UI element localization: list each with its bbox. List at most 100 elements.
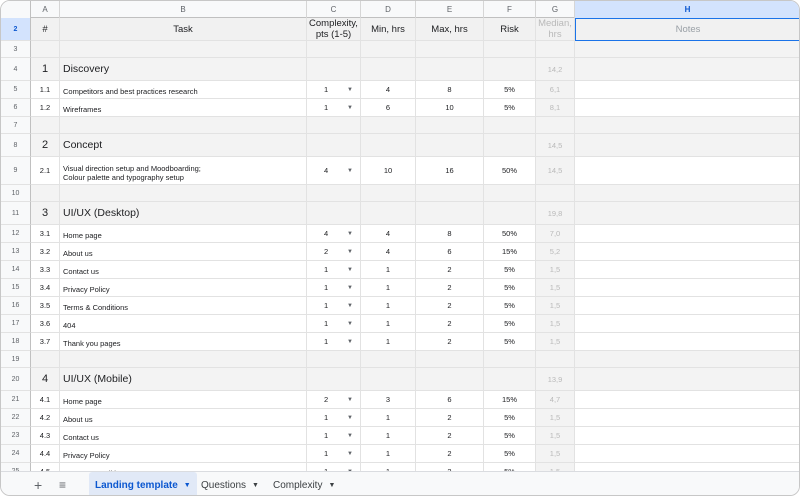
sheet-tab-questions[interactable]: Questions ▼ [195,472,265,495]
row-number[interactable]: 17 [1,315,31,333]
task-name[interactable]: Privacy Policy [60,279,307,297]
task-name[interactable]: Competitors and best practices research [60,81,307,99]
task-number[interactable]: 3.1 [31,225,60,243]
task-name[interactable]: About us [60,409,307,427]
complexity-dropdown[interactable]: 1▼ [307,409,361,427]
row-number[interactable]: 2 [1,18,31,41]
task-name[interactable]: Contact us [60,427,307,445]
empty-cell[interactable] [484,185,536,202]
min-hrs-cell[interactable]: 4 [361,81,416,99]
caret-down-icon[interactable]: ▼ [347,415,353,421]
complexity-dropdown[interactable]: 1▼ [307,427,361,445]
complexity-dropdown[interactable]: 1▼ [307,261,361,279]
notes-cell[interactable] [575,427,799,445]
empty-cell[interactable] [31,351,60,368]
caret-down-icon[interactable]: ▼ [347,433,353,439]
row-number[interactable]: 11 [1,202,31,225]
max-hrs-cell[interactable]: 2 [416,261,484,279]
sheet-tab-landing-template[interactable]: Landing template ▼ [89,472,197,495]
max-hrs-cell[interactable]: 2 [416,463,484,471]
row-number[interactable]: 23 [1,427,31,445]
caret-down-icon[interactable]: ▼ [347,339,353,345]
median-cell[interactable]: 14,5 [536,134,575,157]
row-number[interactable]: 12 [1,225,31,243]
empty-cell[interactable] [361,41,416,58]
row-number[interactable]: 15 [1,279,31,297]
empty-cell[interactable] [575,351,799,368]
task-number[interactable]: 3.4 [31,279,60,297]
min-hrs-cell[interactable]: 1 [361,297,416,315]
column-header-h[interactable]: H [575,1,799,18]
notes-cell[interactable] [575,58,799,81]
empty-cell[interactable] [416,117,484,134]
caret-down-icon[interactable]: ▼ [184,482,191,489]
section-number[interactable]: 2 [31,134,60,157]
row-number[interactable]: 13 [1,243,31,261]
median-cell[interactable]: 1,5 [536,279,575,297]
caret-down-icon[interactable]: ▼ [347,321,353,327]
max-hrs-cell[interactable]: 2 [416,445,484,463]
notes-cell[interactable] [575,368,799,391]
header-min[interactable]: Min, hrs [361,18,416,41]
notes-cell[interactable] [575,261,799,279]
median-cell[interactable]: 1,5 [536,463,575,471]
risk-cell[interactable]: 50% [484,225,536,243]
median-cell[interactable]: 1,5 [536,445,575,463]
median-cell[interactable]: 1,5 [536,261,575,279]
caret-down-icon[interactable]: ▼ [347,231,353,237]
empty-cell[interactable] [361,134,416,157]
min-hrs-cell[interactable]: 1 [361,279,416,297]
max-hrs-cell[interactable]: 8 [416,225,484,243]
min-hrs-cell[interactable]: 1 [361,315,416,333]
empty-cell[interactable] [416,351,484,368]
empty-cell[interactable] [484,202,536,225]
empty-cell[interactable] [575,41,799,58]
column-header-c[interactable]: C [307,1,361,18]
min-hrs-cell[interactable]: 1 [361,409,416,427]
median-cell[interactable]: 1,5 [536,333,575,351]
task-name[interactable]: Contact us [60,261,307,279]
empty-cell[interactable] [536,351,575,368]
task-number[interactable]: 4.2 [31,409,60,427]
min-hrs-cell[interactable]: 1 [361,463,416,471]
complexity-dropdown[interactable]: 1▼ [307,333,361,351]
empty-cell[interactable] [416,202,484,225]
risk-cell[interactable]: 5% [484,445,536,463]
empty-cell[interactable] [361,351,416,368]
empty-cell[interactable] [31,117,60,134]
row-number[interactable]: 6 [1,99,31,117]
row-number[interactable]: 25 [1,463,31,471]
empty-cell[interactable] [484,351,536,368]
caret-down-icon[interactable]: ▼ [347,267,353,273]
risk-cell[interactable]: 5% [484,297,536,315]
median-cell[interactable]: 5,2 [536,243,575,261]
empty-cell[interactable] [307,202,361,225]
risk-cell[interactable]: 15% [484,391,536,409]
column-header-e[interactable]: E [416,1,484,18]
notes-cell[interactable] [575,243,799,261]
task-number[interactable]: 4.5 [31,463,60,471]
task-number[interactable]: 4.3 [31,427,60,445]
max-hrs-cell[interactable]: 2 [416,427,484,445]
max-hrs-cell[interactable]: 2 [416,279,484,297]
risk-cell[interactable]: 5% [484,315,536,333]
empty-cell[interactable] [484,368,536,391]
complexity-dropdown[interactable]: 1▼ [307,445,361,463]
median-cell[interactable]: 7,0 [536,225,575,243]
task-number[interactable]: 3.6 [31,315,60,333]
row-number[interactable]: 5 [1,81,31,99]
max-hrs-cell[interactable]: 2 [416,409,484,427]
row-number[interactable]: 10 [1,185,31,202]
median-cell[interactable]: 13,9 [536,368,575,391]
section-number[interactable]: 1 [31,58,60,81]
empty-cell[interactable] [536,117,575,134]
caret-down-icon[interactable]: ▼ [347,87,353,93]
header-median[interactable]: Median, hrs [536,18,575,41]
header-task[interactable]: Task [60,18,307,41]
risk-cell[interactable]: 5% [484,333,536,351]
task-number[interactable]: 1.2 [31,99,60,117]
notes-cell[interactable] [575,81,799,99]
header-num[interactable]: # [31,18,60,41]
empty-cell[interactable] [60,351,307,368]
min-hrs-cell[interactable]: 1 [361,445,416,463]
